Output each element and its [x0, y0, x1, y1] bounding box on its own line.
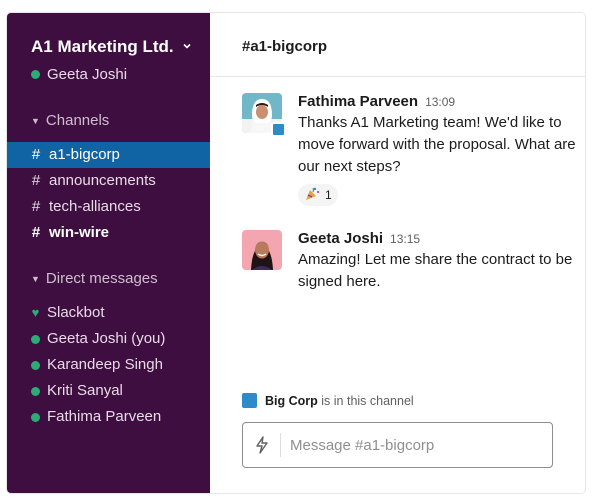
channel-label: announcements [49, 172, 156, 189]
channel-label: win-wire [49, 224, 110, 241]
channel-list: # a1-bigcorp # announcements # tech-alli… [7, 142, 210, 246]
app-window: A1 Marketing Ltd. Geeta Joshi ▼ Channels… [7, 13, 585, 493]
message-text: Thanks A1 Marketing team! We'd like to m… [298, 114, 576, 175]
channel-label: a1-bigcorp [49, 146, 120, 163]
sidebar-item-karandeep-singh[interactable]: Karandeep Singh [7, 352, 210, 378]
external-note: is in this channel [321, 393, 414, 408]
sidebar-item-tech-alliances[interactable]: # tech-alliances [7, 194, 210, 220]
message-item: Fathima Parveen 13:09 Thanks A1 Marketin… [242, 93, 582, 213]
sidebar-item-slackbot[interactable]: ♥ Slackbot [7, 300, 210, 326]
current-user-name: Geeta Joshi [47, 66, 128, 83]
message-body: Geeta Joshi 13:15 Amazing! Let me share … [298, 230, 585, 293]
hash-icon: # [31, 172, 41, 189]
message-body: Fathima Parveen 13:09 Thanks A1 Marketin… [298, 93, 585, 207]
sidebar-item-a1-bigcorp[interactable]: # a1-bigcorp [7, 142, 210, 168]
current-user[interactable]: Geeta Joshi [31, 66, 127, 83]
external-org-name[interactable]: Big Corp [265, 394, 318, 408]
sidebar-item-kriti-sanyal[interactable]: Kriti Sanyal [7, 378, 210, 404]
channel-label: tech-alliances [49, 198, 141, 215]
message-input[interactable] [281, 436, 541, 454]
presence-dot-icon [31, 334, 40, 344]
presence-dot-icon [31, 70, 40, 79]
reaction-count: 1 [325, 188, 332, 202]
dm-label: Fathima Parveen [47, 408, 162, 425]
sidebar-item-fathima-parveen[interactable]: Fathima Parveen [7, 404, 210, 430]
dm-label: Karandeep Singh [47, 356, 163, 373]
message-header: Geeta Joshi 13:15 [298, 230, 585, 247]
workspace-switcher[interactable]: A1 Marketing Ltd. [31, 37, 192, 57]
caret-down-icon: ▼ [31, 115, 40, 126]
channels-header: Channels [45, 112, 110, 129]
sidebar-item-geeta-joshi[interactable]: Geeta Joshi (you) [7, 326, 210, 352]
message-author[interactable]: Fathima Parveen [298, 93, 418, 110]
dm-label: Geeta Joshi (you) [47, 330, 166, 347]
hash-icon: # [31, 224, 41, 241]
message-text: Amazing! Let me share the contract to be… [298, 251, 573, 290]
presence-dot-icon [31, 386, 40, 396]
dm-label: Kriti Sanyal [47, 382, 123, 399]
hash-icon: # [31, 146, 41, 163]
hash-icon: # [31, 198, 41, 215]
external-org-badge-icon [271, 122, 286, 137]
message-timestamp[interactable]: 13:09 [425, 95, 455, 109]
party-popper-icon [304, 186, 320, 205]
channels-section-toggle[interactable]: ▼ Channels [31, 112, 109, 129]
org-logo-icon [242, 393, 257, 408]
presence-dot-icon [31, 360, 40, 370]
avatar[interactable] [242, 230, 282, 270]
caret-down-icon: ▼ [31, 273, 40, 284]
sidebar: A1 Marketing Ltd. Geeta Joshi ▼ Channels… [7, 13, 210, 493]
lightning-bolt-icon[interactable] [243, 433, 281, 457]
chevron-down-icon [182, 41, 192, 54]
dm-header: Direct messages [45, 270, 158, 287]
message-item: Geeta Joshi 13:15 Amazing! Let me share … [242, 230, 582, 300]
external-org-notice: Big Corp is in this channel [242, 393, 414, 408]
sidebar-item-win-wire[interactable]: # win-wire [7, 220, 210, 246]
presence-dot-icon [31, 412, 40, 422]
header-divider [210, 76, 585, 77]
message-header: Fathima Parveen 13:09 [298, 93, 585, 110]
notice-text: Big Corp is in this channel [265, 394, 414, 408]
sidebar-item-announcements[interactable]: # announcements [7, 168, 210, 194]
channel-title[interactable]: #a1-bigcorp [242, 38, 327, 55]
message-author[interactable]: Geeta Joshi [298, 230, 383, 247]
channel-pane: #a1-bigcorp Fathima Parveen 13:09 Thanks… [210, 13, 585, 493]
workspace-name: A1 Marketing Ltd. [31, 37, 174, 56]
message-timestamp[interactable]: 13:15 [390, 232, 420, 246]
dm-label: Slackbot [47, 304, 105, 321]
reaction-pill[interactable]: 1 [298, 184, 338, 206]
message-composer[interactable] [242, 422, 553, 468]
dm-list: ♥ Slackbot Geeta Joshi (you) Karandeep S… [7, 300, 210, 430]
heart-icon: ♥ [31, 305, 40, 320]
dm-section-toggle[interactable]: ▼ Direct messages [31, 270, 158, 287]
